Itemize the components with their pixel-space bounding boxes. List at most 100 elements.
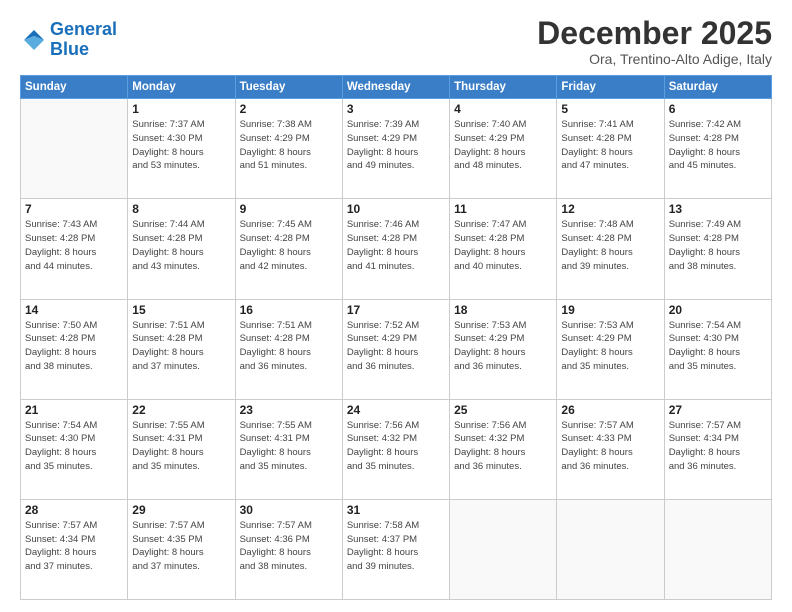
day-cell: 1 Sunrise: 7:37 AMSunset: 4:30 PMDaylight… xyxy=(128,99,235,199)
logo-text: General Blue xyxy=(50,20,117,60)
day-number: 9 xyxy=(240,202,338,216)
day-cell: 9Sunrise: 7:45 AMSunset: 4:28 PMDaylight… xyxy=(235,199,342,299)
day-number: 5 xyxy=(561,102,659,116)
day-info: Sunrise: 7:38 AMSunset: 4:29 PMDaylight:… xyxy=(240,118,338,173)
day-number: 12 xyxy=(561,202,659,216)
day-cell: 15Sunrise: 7:51 AMSunset: 4:28 PMDayligh… xyxy=(128,299,235,399)
day-cell: 5 Sunrise: 7:41 AMSunset: 4:28 PMDaylight… xyxy=(557,99,664,199)
day-cell: 27 Sunrise: 7:57 AMSunset: 4:34 PMDayligh… xyxy=(664,399,771,499)
week-row-4: 28Sunrise: 7:57 AMSunset: 4:34 PMDayligh… xyxy=(21,499,772,599)
day-info: Sunrise: 7:53 AMSunset: 4:29 PMDaylight:… xyxy=(561,319,659,374)
day-cell: 17 Sunrise: 7:52 AMSunset: 4:29 PMDayligh… xyxy=(342,299,449,399)
day-cell: 4 Sunrise: 7:40 AMSunset: 4:29 PMDaylight… xyxy=(450,99,557,199)
day-number: 26 xyxy=(561,403,659,417)
day-number: 2 xyxy=(240,102,338,116)
day-number: 7 xyxy=(25,202,123,216)
day-cell xyxy=(664,499,771,599)
day-info: Sunrise: 7:56 AMSunset: 4:32 PMDaylight:… xyxy=(454,419,552,474)
day-number: 15 xyxy=(132,303,230,317)
week-row-3: 21 Sunrise: 7:54 AMSunset: 4:30 PMDayligh… xyxy=(21,399,772,499)
day-cell: 16Sunrise: 7:51 AMSunset: 4:28 PMDayligh… xyxy=(235,299,342,399)
day-cell: 26 Sunrise: 7:57 AMSunset: 4:33 PMDayligh… xyxy=(557,399,664,499)
day-number: 8 xyxy=(132,202,230,216)
day-info: Sunrise: 7:57 AMSunset: 4:34 PMDaylight:… xyxy=(25,519,123,574)
day-cell: 14Sunrise: 7:50 AMSunset: 4:28 PMDayligh… xyxy=(21,299,128,399)
logo-icon xyxy=(20,26,48,54)
day-info: Sunrise: 7:47 AMSunset: 4:28 PMDaylight:… xyxy=(454,218,552,273)
day-info: Sunrise: 7:49 AMSunset: 4:28 PMDaylight:… xyxy=(669,218,767,273)
day-info: Sunrise: 7:57 AMSunset: 4:34 PMDaylight:… xyxy=(669,419,767,474)
day-number: 21 xyxy=(25,403,123,417)
day-number: 31 xyxy=(347,503,445,517)
week-row-0: 1 Sunrise: 7:37 AMSunset: 4:30 PMDaylight… xyxy=(21,99,772,199)
day-number: 10 xyxy=(347,202,445,216)
day-info: Sunrise: 7:55 AMSunset: 4:31 PMDaylight:… xyxy=(240,419,338,474)
day-info: Sunrise: 7:37 AMSunset: 4:30 PMDaylight:… xyxy=(132,118,230,173)
day-cell xyxy=(21,99,128,199)
day-cell: 23 Sunrise: 7:55 AMSunset: 4:31 PMDayligh… xyxy=(235,399,342,499)
col-sunday: Sunday xyxy=(21,76,128,99)
day-cell: 25 Sunrise: 7:56 AMSunset: 4:32 PMDayligh… xyxy=(450,399,557,499)
logo: General Blue xyxy=(20,20,117,60)
col-saturday: Saturday xyxy=(664,76,771,99)
col-tuesday: Tuesday xyxy=(235,76,342,99)
day-number: 17 xyxy=(347,303,445,317)
day-number: 6 xyxy=(669,102,767,116)
day-number: 25 xyxy=(454,403,552,417)
day-cell: 20 Sunrise: 7:54 AMSunset: 4:30 PMDayligh… xyxy=(664,299,771,399)
day-info: Sunrise: 7:46 AMSunset: 4:28 PMDaylight:… xyxy=(347,218,445,273)
day-cell: 11Sunrise: 7:47 AMSunset: 4:28 PMDayligh… xyxy=(450,199,557,299)
day-cell: 2 Sunrise: 7:38 AMSunset: 4:29 PMDaylight… xyxy=(235,99,342,199)
day-info: Sunrise: 7:57 AMSunset: 4:35 PMDaylight:… xyxy=(132,519,230,574)
col-friday: Friday xyxy=(557,76,664,99)
day-cell: 8Sunrise: 7:44 AMSunset: 4:28 PMDaylight… xyxy=(128,199,235,299)
day-cell xyxy=(557,499,664,599)
day-cell: 24Sunrise: 7:56 AMSunset: 4:32 PMDayligh… xyxy=(342,399,449,499)
day-cell: 31 Sunrise: 7:58 AMSunset: 4:37 PMDayligh… xyxy=(342,499,449,599)
day-number: 3 xyxy=(347,102,445,116)
day-info: Sunrise: 7:58 AMSunset: 4:37 PMDaylight:… xyxy=(347,519,445,574)
title-block: December 2025 Ora, Trentino-Alto Adige, … xyxy=(537,16,772,67)
day-number: 22 xyxy=(132,403,230,417)
header-row: Sunday Monday Tuesday Wednesday Thursday… xyxy=(21,76,772,99)
day-number: 1 xyxy=(132,102,230,116)
day-number: 18 xyxy=(454,303,552,317)
day-cell: 10 Sunrise: 7:46 AMSunset: 4:28 PMDayligh… xyxy=(342,199,449,299)
day-number: 14 xyxy=(25,303,123,317)
day-info: Sunrise: 7:41 AMSunset: 4:28 PMDaylight:… xyxy=(561,118,659,173)
day-cell xyxy=(450,499,557,599)
day-cell: 6 Sunrise: 7:42 AMSunset: 4:28 PMDaylight… xyxy=(664,99,771,199)
day-info: Sunrise: 7:51 AMSunset: 4:28 PMDaylight:… xyxy=(240,319,338,374)
day-number: 29 xyxy=(132,503,230,517)
day-cell: 30 Sunrise: 7:57 AMSunset: 4:36 PMDayligh… xyxy=(235,499,342,599)
col-thursday: Thursday xyxy=(450,76,557,99)
day-cell: 7 Sunrise: 7:43 AMSunset: 4:28 PMDaylight… xyxy=(21,199,128,299)
col-wednesday: Wednesday xyxy=(342,76,449,99)
day-number: 27 xyxy=(669,403,767,417)
day-cell: 28Sunrise: 7:57 AMSunset: 4:34 PMDayligh… xyxy=(21,499,128,599)
day-cell: 13 Sunrise: 7:49 AMSunset: 4:28 PMDayligh… xyxy=(664,199,771,299)
week-row-2: 14Sunrise: 7:50 AMSunset: 4:28 PMDayligh… xyxy=(21,299,772,399)
location-subtitle: Ora, Trentino-Alto Adige, Italy xyxy=(537,51,772,67)
day-number: 20 xyxy=(669,303,767,317)
day-info: Sunrise: 7:39 AMSunset: 4:29 PMDaylight:… xyxy=(347,118,445,173)
day-info: Sunrise: 7:48 AMSunset: 4:28 PMDaylight:… xyxy=(561,218,659,273)
day-number: 4 xyxy=(454,102,552,116)
day-number: 23 xyxy=(240,403,338,417)
day-cell: 22 Sunrise: 7:55 AMSunset: 4:31 PMDayligh… xyxy=(128,399,235,499)
day-info: Sunrise: 7:57 AMSunset: 4:36 PMDaylight:… xyxy=(240,519,338,574)
day-info: Sunrise: 7:43 AMSunset: 4:28 PMDaylight:… xyxy=(25,218,123,273)
day-cell: 29 Sunrise: 7:57 AMSunset: 4:35 PMDayligh… xyxy=(128,499,235,599)
day-info: Sunrise: 7:54 AMSunset: 4:30 PMDaylight:… xyxy=(669,319,767,374)
day-info: Sunrise: 7:54 AMSunset: 4:30 PMDaylight:… xyxy=(25,419,123,474)
month-title: December 2025 xyxy=(537,16,772,51)
day-info: Sunrise: 7:40 AMSunset: 4:29 PMDaylight:… xyxy=(454,118,552,173)
day-number: 13 xyxy=(669,202,767,216)
day-info: Sunrise: 7:42 AMSunset: 4:28 PMDaylight:… xyxy=(669,118,767,173)
day-info: Sunrise: 7:55 AMSunset: 4:31 PMDaylight:… xyxy=(132,419,230,474)
day-cell: 3 Sunrise: 7:39 AMSunset: 4:29 PMDaylight… xyxy=(342,99,449,199)
day-info: Sunrise: 7:52 AMSunset: 4:29 PMDaylight:… xyxy=(347,319,445,374)
day-info: Sunrise: 7:57 AMSunset: 4:33 PMDaylight:… xyxy=(561,419,659,474)
day-cell: 19Sunrise: 7:53 AMSunset: 4:29 PMDayligh… xyxy=(557,299,664,399)
day-number: 30 xyxy=(240,503,338,517)
